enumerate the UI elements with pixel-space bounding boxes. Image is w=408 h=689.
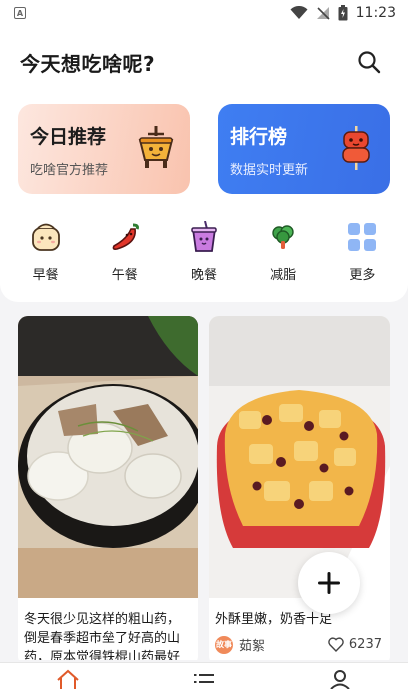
app-screen: A 11:23 今天想吃啥呢? 今日推荐 吃啥官方推荐 排行榜 数据实时更新 早… (0, 0, 408, 689)
search-button[interactable] (354, 47, 384, 77)
heart-icon (328, 637, 344, 652)
avatar: 故事 (215, 635, 233, 654)
nav-home[interactable] (48, 669, 88, 689)
recipe-caption: 外酥里嫩，奶香十足 (215, 612, 333, 627)
category-more[interactable]: 更多 (332, 220, 392, 302)
category-label: 晚餐 (190, 268, 217, 283)
category-label: 更多 (349, 268, 376, 283)
like-count: 6237 (348, 637, 382, 652)
notification-a-icon: A (14, 7, 26, 19)
add-recipe-button[interactable] (298, 552, 360, 614)
category-bar: 早餐 午餐 晚餐 减脂 更多 (0, 210, 408, 302)
bun-icon (29, 220, 63, 254)
status-time: 11:23 (355, 5, 396, 21)
grid-icon (345, 220, 379, 254)
list-icon (194, 674, 214, 683)
status-indicators: 11:23 (290, 5, 396, 21)
yam-soup-photo (18, 316, 198, 598)
header: 今天想吃啥呢? (0, 26, 408, 98)
no-signal-icon (316, 7, 330, 20)
broccoli-icon (266, 220, 300, 254)
category-dinner[interactable]: 晚餐 (174, 220, 234, 302)
home-icon (57, 669, 79, 689)
category-label: 减脂 (270, 268, 297, 283)
recipe-meta: 故事 茹絮 6237 (209, 629, 390, 654)
author[interactable]: 故事 茹絮 (215, 635, 265, 654)
recipe-card[interactable]: 冬天很少见这样的粗山药，倒是春季超市垒了好高的山药，原本觉得铁棍山药最好吃，昨过… (18, 316, 198, 660)
author-name: 茹絮 (239, 639, 266, 654)
nav-list[interactable] (184, 669, 224, 689)
user-icon (330, 670, 350, 689)
category-diet[interactable]: 减脂 (253, 220, 313, 302)
feature-cards: 今日推荐 吃啥官方推荐 排行榜 数据实时更新 (0, 98, 408, 210)
wifi-icon (290, 6, 308, 19)
hotpot-icon (138, 126, 174, 168)
drink-cup-icon (187, 220, 221, 254)
nav-profile[interactable] (320, 669, 360, 689)
page-title: 今天想吃啥呢? (20, 51, 156, 76)
bottom-nav (0, 662, 408, 689)
bread-pudding-photo (209, 316, 390, 598)
category-lunch[interactable]: 午餐 (95, 220, 155, 302)
recipe-caption: 冬天很少见这样的粗山药，倒是春季超市垒了好高的山药，原本觉得铁棍山药最好吃，昨过… (24, 612, 181, 660)
chili-icon (108, 220, 142, 254)
today-recommend-card[interactable]: 今日推荐 吃啥官方推荐 (18, 104, 190, 194)
like-button[interactable]: 6237 (328, 637, 382, 652)
category-label: 早餐 (32, 268, 59, 283)
meat-skewer-icon (342, 126, 370, 170)
recipe-card[interactable]: 外酥里嫩，奶香十足 故事 茹絮 6237 (209, 316, 390, 660)
category-breakfast[interactable]: 早餐 (16, 220, 76, 302)
category-label: 午餐 (111, 268, 138, 283)
status-bar: A 11:23 (0, 0, 408, 26)
ranking-card[interactable]: 排行榜 数据实时更新 (218, 104, 390, 194)
plus-icon (318, 572, 340, 594)
battery-icon (338, 5, 348, 21)
search-icon (358, 51, 381, 74)
